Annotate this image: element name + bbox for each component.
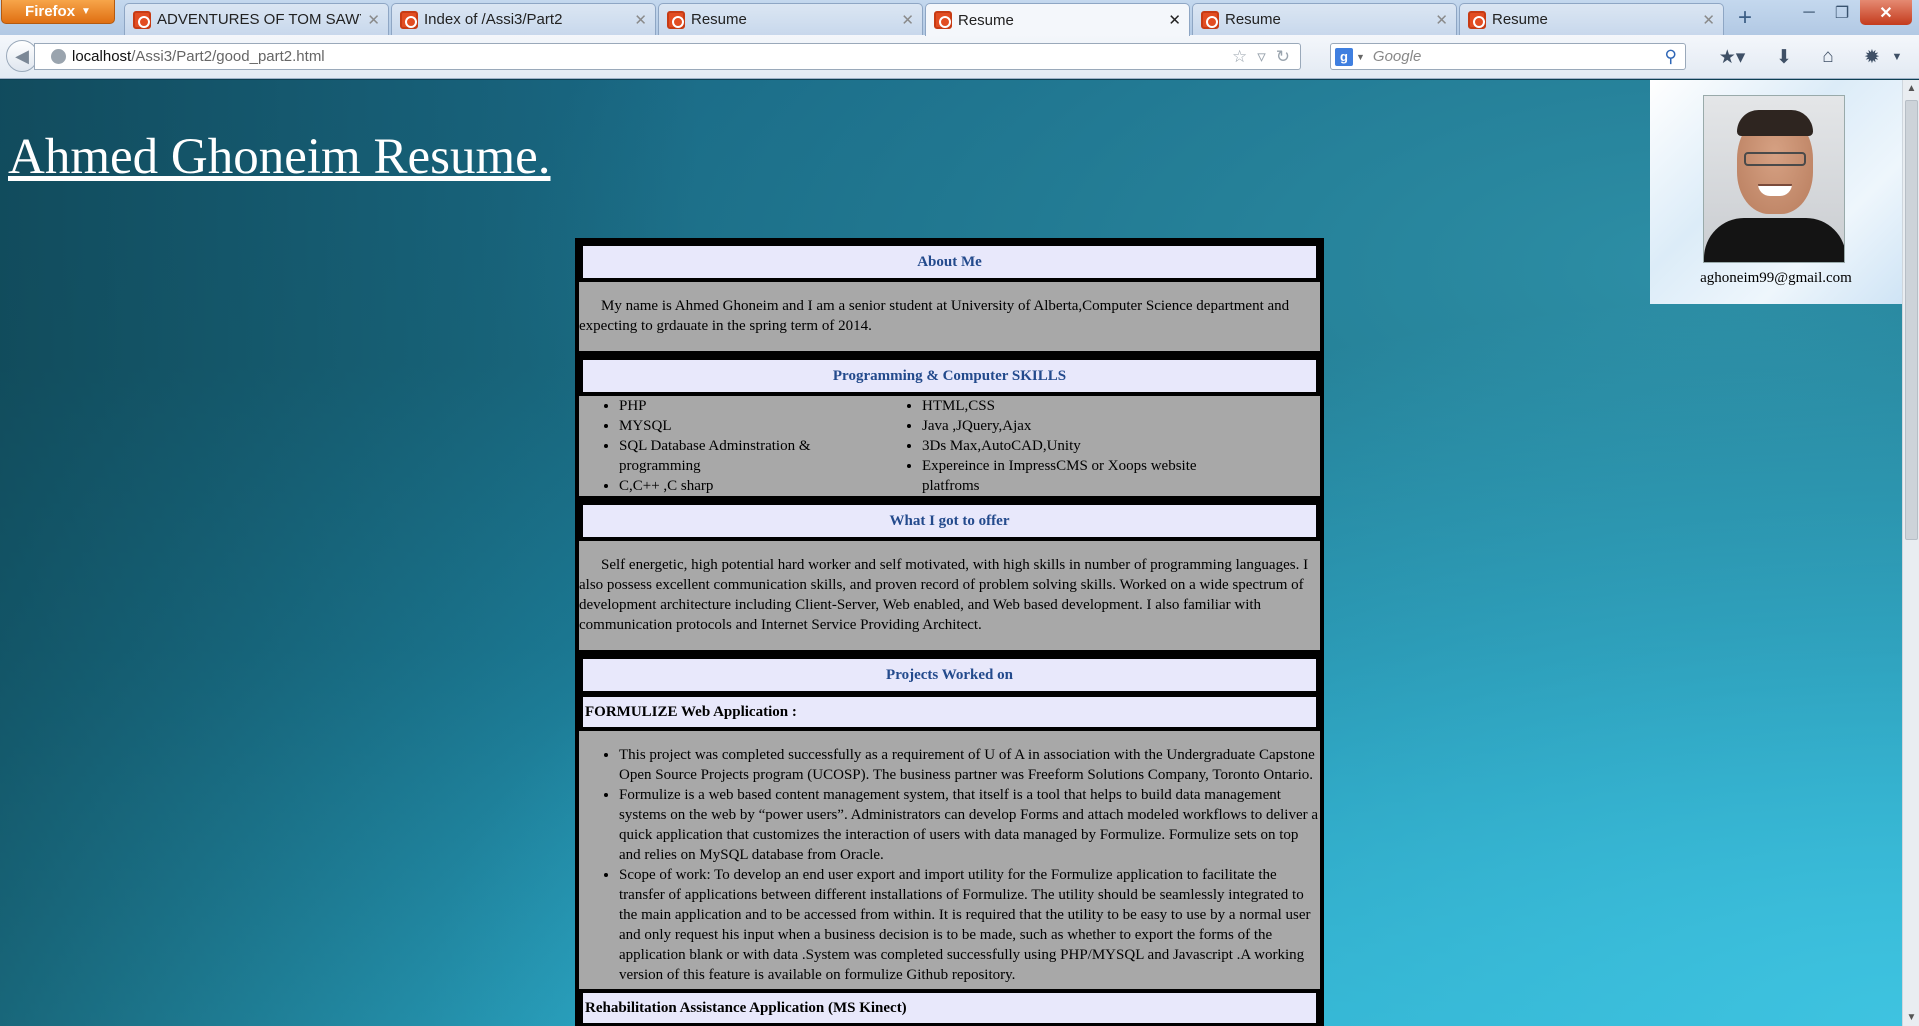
about-heading: About Me [581, 244, 1318, 280]
firefox-menu-button[interactable]: Firefox ▼ [1, 0, 115, 24]
skills-column-left: PHP MYSQL SQL Database Adminstration & p… [579, 396, 882, 496]
section-divider [579, 351, 1320, 356]
tab-tom-sawyer[interactable]: ADVENTURES OF TOM SAWYE... ✕ [124, 3, 389, 35]
project-bullet: Formulize is a web based content managem… [619, 785, 1320, 865]
offer-text: Self energetic, high potential hard work… [579, 557, 1309, 633]
scroll-down-arrow-icon[interactable]: ▼ [1903, 1009, 1919, 1026]
minimize-icon[interactable]: ─ [1793, 0, 1825, 25]
xampp-favicon-icon [667, 10, 685, 29]
tab-index[interactable]: Index of /Assi3/Part2 ✕ [391, 3, 656, 35]
skills-column-right: HTML,CSS Java ,JQuery,Ajax 3Ds Max,AutoC… [882, 396, 1212, 496]
close-icon[interactable]: ✕ [1702, 11, 1715, 29]
close-icon[interactable]: ✕ [901, 11, 914, 29]
downloads-icon[interactable]: ⬇ [1770, 44, 1798, 70]
tab-resume-1[interactable]: Resume ✕ [658, 3, 923, 35]
skill-item: Expereince in ImpressCMS or Xoops websit… [922, 456, 1212, 496]
skill-item: C,C++ ,C sharp [619, 476, 882, 496]
project-bullet: Scope of work: To develop an end user ex… [619, 865, 1320, 985]
avatar-shirt [1704, 218, 1844, 262]
skill-item: HTML,CSS [922, 396, 1212, 416]
globe-icon [51, 49, 66, 64]
maximize-icon[interactable]: ❐ [1826, 0, 1858, 25]
close-icon[interactable]: ✕ [634, 11, 647, 29]
skill-item: SQL Database Adminstration & programming [619, 436, 882, 476]
resume-table: About Me My name is Ahmed Ghoneim and I … [575, 238, 1324, 1026]
search-placeholder: Google [1372, 48, 1422, 65]
url-bar[interactable]: localhost /Assi3/Part2/good_part2.html ☆… [34, 43, 1301, 70]
google-engine-icon[interactable]: g [1335, 47, 1353, 66]
avatar-glasses [1744, 152, 1806, 166]
xampp-favicon-icon [1201, 10, 1219, 29]
avatar [1703, 95, 1845, 263]
chevron-down-icon[interactable]: ▼ [1356, 52, 1365, 62]
tab-title: Resume [958, 11, 1014, 29]
close-icon[interactable]: ✕ [1435, 11, 1448, 29]
email-address: aghoneim99@gmail.com [1700, 270, 1852, 286]
xampp-favicon-icon [1468, 10, 1486, 29]
page-viewport: Ahmed Ghoneim Resume. aghoneim99@gmail.c… [0, 80, 1902, 1026]
section-divider [579, 496, 1320, 501]
project-body: This project was completed successfully … [579, 731, 1320, 989]
bookmarks-menu-icon[interactable]: ★▾ [1712, 44, 1752, 70]
search-icon[interactable]: ⚲ [1665, 47, 1677, 67]
url-host: localhost [72, 48, 132, 65]
about-text: My name is Ahmed Ghoneim and I am a seni… [579, 298, 1290, 334]
home-icon[interactable]: ⌂ [1814, 44, 1842, 70]
tab-title: Resume [691, 11, 747, 28]
window-close-icon[interactable]: ✕ [1860, 0, 1912, 25]
url-path: /Assi3/Part2/good_part2.html [131, 48, 325, 65]
search-bar[interactable]: g ▼ Google ⚲ [1330, 43, 1686, 70]
tab-title: Resume [1492, 11, 1548, 28]
project-bullet: This project was completed successfully … [619, 745, 1320, 785]
bookmark-star-icon[interactable]: ☆ [1232, 47, 1247, 67]
tab-title: Resume [1225, 11, 1281, 28]
page-title[interactable]: Ahmed Ghoneim Resume. [8, 128, 551, 186]
avatar-hair [1737, 110, 1813, 136]
new-tab-plus-icon[interactable]: + [1727, 3, 1763, 33]
xampp-favicon-icon [934, 11, 952, 29]
project-title-next: Rehabilitation Assistance Application (M… [581, 991, 1318, 1025]
projects-heading: Projects Worked on [581, 657, 1318, 693]
skills-body: PHP MYSQL SQL Database Adminstration & p… [579, 396, 1320, 496]
chevron-down-icon: ▼ [81, 6, 91, 17]
tab-resume-active[interactable]: Resume ✕ [925, 3, 1190, 36]
project-title: FORMULIZE Web Application : [581, 695, 1318, 729]
scroll-thumb[interactable] [1905, 100, 1918, 540]
tab-resume-4[interactable]: Resume ✕ [1459, 3, 1724, 35]
xampp-favicon-icon [400, 10, 418, 29]
close-icon[interactable]: ✕ [1168, 11, 1181, 29]
skills-heading: Programming & Computer SKILLS [581, 358, 1318, 394]
skill-item: PHP [619, 396, 882, 416]
tab-title: ADVENTURES OF TOM SAWYE... [157, 11, 361, 28]
firefox-menu-label: Firefox [25, 3, 76, 20]
tab-strip: Firefox ▼ ADVENTURES OF TOM SAWYE... ✕ I… [0, 0, 1919, 36]
skill-item: MYSQL [619, 416, 882, 436]
offer-body: Self energetic, high potential hard work… [579, 541, 1320, 650]
skill-item: 3Ds Max,AutoCAD,Unity [922, 436, 1212, 456]
tab-title: Index of /Assi3/Part2 [424, 11, 563, 28]
url-actions: ☆ ▿ ↻ [1232, 47, 1300, 67]
offer-heading: What I got to offer [581, 503, 1318, 539]
vertical-scrollbar[interactable]: ▲ ▼ [1902, 80, 1919, 1026]
profile-card: aghoneim99@gmail.com [1650, 80, 1902, 304]
tab-resume-3[interactable]: Resume ✕ [1192, 3, 1457, 35]
scroll-up-arrow-icon[interactable]: ▲ [1903, 80, 1919, 97]
skill-item: Java ,JQuery,Ajax [922, 416, 1212, 436]
xampp-favicon-icon [133, 10, 151, 29]
about-body: My name is Ahmed Ghoneim and I am a seni… [579, 282, 1320, 351]
history-dropdown-icon[interactable]: ▿ [1257, 47, 1266, 67]
close-icon[interactable]: ✕ [367, 11, 380, 29]
overflow-chevron-icon[interactable]: ▼ [1888, 44, 1906, 70]
navigation-toolbar: ◀ localhost /Assi3/Part2/good_part2.html… [0, 35, 1919, 79]
addon-icon[interactable]: ✹ [1858, 44, 1886, 70]
reload-icon[interactable]: ↻ [1276, 47, 1290, 67]
section-divider [579, 650, 1320, 655]
